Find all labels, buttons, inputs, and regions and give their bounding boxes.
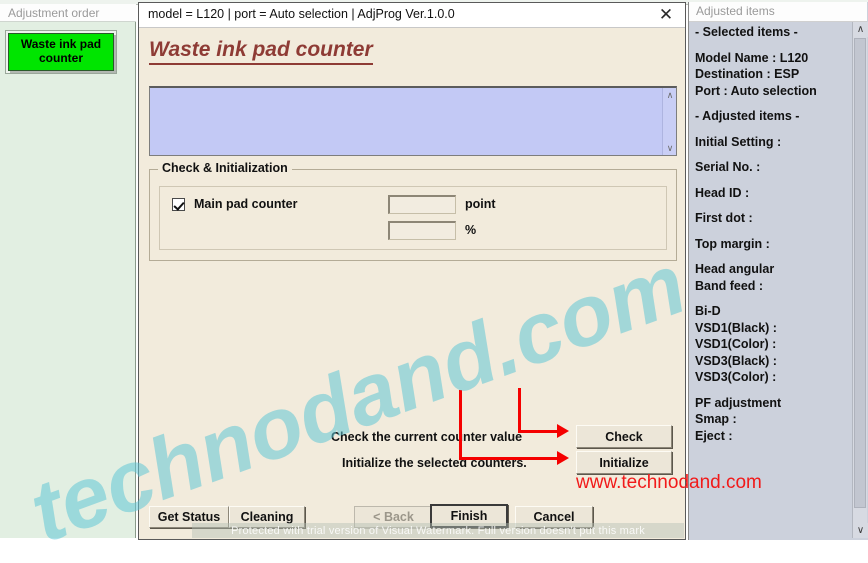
list-item: Initial Setting :	[695, 134, 782, 149]
list-item: First dot :	[695, 211, 753, 225]
check-caption: Check the current counter value	[331, 430, 523, 444]
dialog-titlebar: model = L120 | port = Auto selection | A…	[139, 3, 685, 28]
main-pad-counter-label: Main pad counter	[194, 197, 298, 211]
list-item: Top margin :	[695, 236, 770, 251]
log-scrollbar[interactable]: ∧ ∨	[662, 88, 676, 155]
list-item: Port : Auto selection	[695, 83, 817, 98]
list-item: Model Name : L120	[695, 50, 809, 65]
list-item: VSD3(Color) :	[695, 370, 777, 384]
dialog-title-text: model = L120 | port = Auto selection | A…	[148, 7, 455, 21]
list-item: Smap :	[695, 412, 737, 426]
main-pad-point-input[interactable]	[388, 195, 456, 214]
page-title: Waste ink pad counter	[149, 38, 373, 65]
checkbox-main-pad-counter[interactable]	[172, 197, 185, 211]
scrollbar-thumb[interactable]	[854, 38, 866, 508]
percent-unit-label: %	[465, 223, 477, 237]
adjustment-order-title: Adjustment order	[8, 6, 100, 20]
list-item: - Selected items -	[695, 25, 798, 39]
list-item: Head angular	[695, 262, 775, 276]
adjusted-items-header: Adjusted items	[689, 2, 867, 22]
adjprog-dialog: model = L120 | port = Auto selection | A…	[138, 2, 686, 540]
group-legend: Check & Initialization	[158, 161, 292, 175]
list-item: Destination : ESP	[695, 67, 800, 81]
cancel-button[interactable]: Cancel	[515, 506, 593, 528]
adjustment-order-listbox[interactable]: Waste ink pad counter	[5, 30, 117, 74]
list-item: Serial No. :	[695, 160, 761, 174]
list-item: VSD1(Black) :	[695, 320, 777, 335]
main-pad-percent-input[interactable]	[388, 221, 456, 240]
initialize-caption: Initialize the selected counters.	[342, 456, 527, 470]
cleaning-button[interactable]: Cleaning	[229, 506, 305, 528]
get-status-button[interactable]: Get Status	[149, 506, 229, 528]
adjusted-items-panel: Adjusted items - Selected items - Model N…	[688, 2, 868, 540]
counter-inner-box: Main pad counter point %	[159, 186, 667, 250]
close-icon[interactable]: ✕	[653, 5, 679, 25]
finish-button[interactable]: Finish	[430, 504, 508, 528]
order-item-waste-ink-pad-counter[interactable]: Waste ink pad counter	[8, 33, 114, 71]
list-item: VSD1(Color) :	[695, 337, 777, 351]
point-unit-label: point	[465, 197, 496, 211]
list-item: VSD3(Black) :	[695, 353, 777, 368]
chevron-up-icon[interactable]: ∧	[853, 22, 868, 37]
list-item: Band feed :	[695, 278, 764, 293]
back-button: < Back	[354, 506, 433, 528]
main-pad-counter-row[interactable]: Main pad counter	[172, 197, 297, 211]
adjusted-items-title: Adjusted items	[696, 4, 775, 18]
list-item: Eject :	[695, 428, 733, 443]
chevron-down-icon[interactable]: ∨	[853, 523, 868, 538]
adjusted-items-scrollbar[interactable]: ∧ ∨	[852, 22, 868, 538]
list-item: Head ID :	[695, 185, 750, 200]
adjusted-items-list: - Selected items - Model Name : L120 Desti…	[695, 24, 847, 444]
adjustment-order-panel: Adjustment order Waste ink pad counter	[0, 4, 136, 538]
list-item: Bi-D	[695, 304, 721, 318]
initialize-button[interactable]: Initialize	[576, 451, 672, 474]
chevron-down-icon[interactable]: ∨	[663, 141, 677, 155]
check-button[interactable]: Check	[576, 425, 672, 448]
chevron-up-icon[interactable]: ∧	[663, 88, 677, 102]
list-item: PF adjustment	[695, 395, 782, 410]
adjustment-order-header: Adjustment order	[0, 4, 136, 22]
log-output-box[interactable]: ∧ ∨	[149, 86, 677, 156]
list-item: - Adjusted items -	[695, 109, 800, 123]
check-initialization-group: Check & Initialization Main pad counter …	[149, 161, 677, 261]
